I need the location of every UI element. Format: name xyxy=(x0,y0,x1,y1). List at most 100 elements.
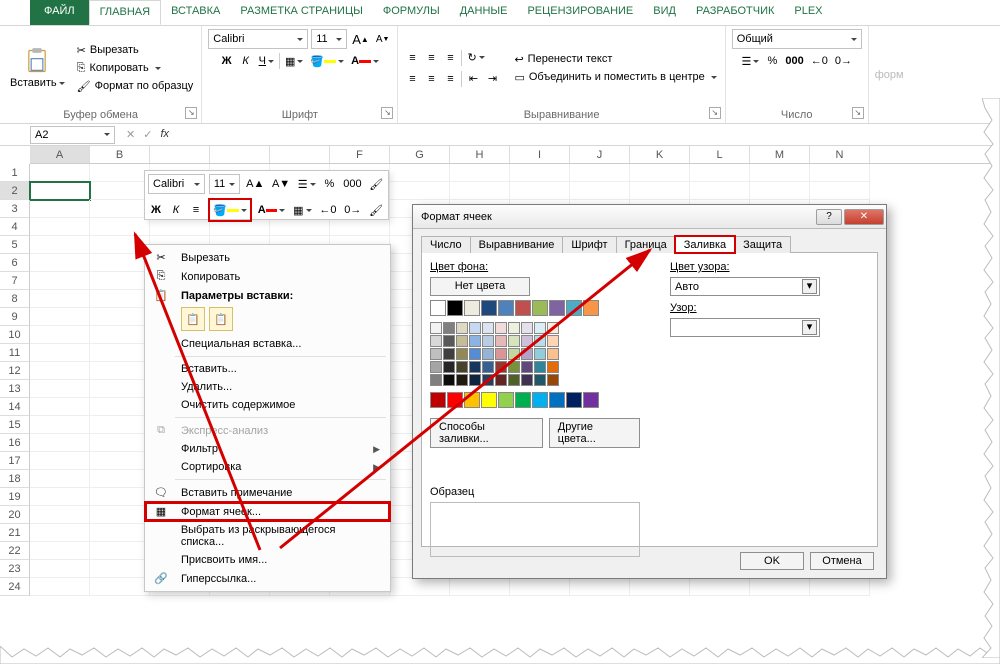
cell[interactable] xyxy=(630,182,690,200)
cell[interactable] xyxy=(390,578,450,596)
paste-button[interactable]: Вставить xyxy=(6,45,69,91)
color-swatch[interactable] xyxy=(495,374,507,386)
cell[interactable] xyxy=(90,164,150,182)
cell[interactable] xyxy=(570,164,630,182)
cell[interactable] xyxy=(450,578,510,596)
dialog-help-button[interactable]: ? xyxy=(816,209,842,225)
cell[interactable] xyxy=(690,182,750,200)
color-swatch[interactable] xyxy=(521,335,533,347)
cell[interactable] xyxy=(30,272,90,290)
mini-grow-font[interactable]: A▲ xyxy=(244,175,266,193)
color-swatch[interactable] xyxy=(481,300,497,316)
mini-align[interactable]: ≡ xyxy=(188,201,204,219)
mini-fill-color[interactable]: 🪣 xyxy=(211,201,249,219)
cell[interactable] xyxy=(90,452,150,470)
mini-borders[interactable]: ▦ xyxy=(291,201,313,219)
indent-decrease-button[interactable]: ⇤ xyxy=(465,70,481,88)
pattern-color-combo[interactable]: Авто▾ xyxy=(670,277,820,296)
ctx-hyperlink[interactable]: 🔗Гиперссылка... xyxy=(145,569,390,588)
color-swatch[interactable] xyxy=(443,361,455,373)
color-swatch[interactable] xyxy=(481,392,497,408)
merge-center-button[interactable]: ▭Объединить и поместить в центре xyxy=(512,70,718,85)
tab-page-layout[interactable]: РАЗМЕТКА СТРАНИЦЫ xyxy=(230,0,372,25)
dlg-tab-font[interactable]: Шрифт xyxy=(562,236,616,253)
cell[interactable] xyxy=(30,200,90,218)
color-swatch[interactable] xyxy=(495,348,507,360)
color-swatch[interactable] xyxy=(532,392,548,408)
color-swatch[interactable] xyxy=(547,322,559,334)
color-swatch[interactable] xyxy=(469,374,481,386)
cell[interactable] xyxy=(90,578,150,596)
cell[interactable] xyxy=(750,182,810,200)
color-swatch[interactable] xyxy=(456,361,468,373)
dialog-ok-button[interactable]: OK xyxy=(740,552,804,570)
color-swatch[interactable] xyxy=(521,322,533,334)
color-swatch[interactable] xyxy=(447,392,463,408)
indent-increase-button[interactable]: ⇥ xyxy=(484,70,500,88)
col-header[interactable]: B xyxy=(90,146,150,163)
cell[interactable] xyxy=(90,254,150,272)
dlg-tab-border[interactable]: Граница xyxy=(616,236,676,253)
cell[interactable] xyxy=(810,182,870,200)
cell[interactable] xyxy=(30,182,90,200)
accounting-format-button[interactable]: ☰ xyxy=(739,52,761,70)
row-header[interactable]: 5 xyxy=(0,236,30,254)
cell[interactable] xyxy=(90,200,150,218)
cell[interactable] xyxy=(30,326,90,344)
mini-accounting[interactable]: ☰ xyxy=(296,175,317,193)
cell[interactable] xyxy=(90,506,150,524)
color-swatch[interactable] xyxy=(469,335,481,347)
cell[interactable] xyxy=(90,272,150,290)
row-header[interactable]: 17 xyxy=(0,452,30,470)
cell[interactable] xyxy=(390,164,450,182)
color-swatch[interactable] xyxy=(583,392,599,408)
cell[interactable] xyxy=(30,236,90,254)
cell[interactable] xyxy=(90,218,150,236)
color-swatch[interactable] xyxy=(482,348,494,360)
color-swatch[interactable] xyxy=(443,348,455,360)
cell[interactable] xyxy=(30,290,90,308)
ctx-pick-from-list[interactable]: Выбрать из раскрывающегося списка... xyxy=(145,521,390,551)
col-header[interactable]: F xyxy=(330,146,390,163)
cell[interactable] xyxy=(810,164,870,182)
font-dialog-launcher[interactable]: ↘ xyxy=(381,107,393,119)
cell[interactable] xyxy=(90,434,150,452)
mini-bold[interactable]: Ж xyxy=(148,201,164,219)
mini-font-color[interactable]: A xyxy=(256,201,288,219)
cell[interactable] xyxy=(90,542,150,560)
row-header[interactable]: 12 xyxy=(0,362,30,380)
color-swatch[interactable] xyxy=(534,374,546,386)
tab-home[interactable]: ГЛАВНАЯ xyxy=(89,0,161,25)
format-painter-button[interactable]: 🖌Формат по образцу xyxy=(75,79,196,94)
color-swatch[interactable] xyxy=(464,392,480,408)
color-swatch[interactable] xyxy=(549,300,565,316)
tab-data[interactable]: ДАННЫЕ xyxy=(450,0,518,25)
cell[interactable] xyxy=(570,182,630,200)
font-name-combo[interactable]: Calibri xyxy=(208,29,308,49)
color-swatch[interactable] xyxy=(443,335,455,347)
cell[interactable] xyxy=(690,164,750,182)
color-swatch[interactable] xyxy=(447,300,463,316)
tab-view[interactable]: ВИД xyxy=(643,0,686,25)
col-header[interactable] xyxy=(150,146,210,163)
percent-button[interactable]: % xyxy=(764,52,780,70)
cut-button[interactable]: ✂Вырезать xyxy=(75,43,196,58)
tab-developer[interactable]: РАЗРАБОТЧИК xyxy=(686,0,784,25)
row-header[interactable]: 13 xyxy=(0,380,30,398)
tab-insert[interactable]: ВСТАВКА xyxy=(161,0,230,25)
ctx-copy[interactable]: ⎘Копировать xyxy=(145,267,390,286)
color-swatch[interactable] xyxy=(583,300,599,316)
formula-input[interactable] xyxy=(179,126,1000,144)
row-header[interactable]: 7 xyxy=(0,272,30,290)
grow-font-button[interactable]: A▲ xyxy=(350,30,371,48)
fx-icon[interactable]: fx xyxy=(160,128,169,141)
align-top-button[interactable]: ≡ xyxy=(404,49,420,67)
color-swatch[interactable] xyxy=(456,335,468,347)
color-swatch[interactable] xyxy=(508,322,520,334)
col-header[interactable]: I xyxy=(510,146,570,163)
color-swatch[interactable] xyxy=(566,300,582,316)
cell[interactable] xyxy=(90,326,150,344)
dialog-cancel-button[interactable]: Отмена xyxy=(810,552,874,570)
cell[interactable] xyxy=(90,524,150,542)
cell[interactable] xyxy=(30,308,90,326)
